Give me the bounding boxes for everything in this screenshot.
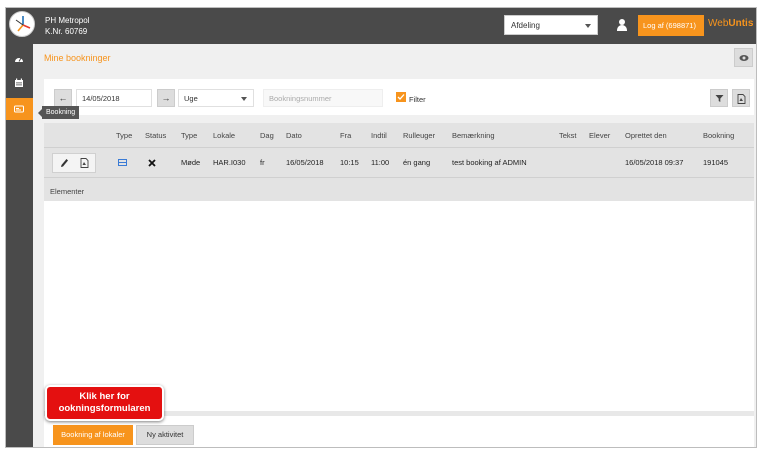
filter-bar: ← 14/05/2018 → Uge Filter (44, 79, 754, 115)
instruction-callout: Klik her for ookningsformularen (45, 385, 164, 421)
chevron-down-icon (585, 24, 591, 28)
filter-funnel-button[interactable] (710, 89, 728, 107)
column-header: Rulleuger (403, 131, 436, 140)
prev-week-button[interactable]: ← (54, 89, 72, 107)
edit-icon[interactable] (60, 158, 69, 168)
column-header: Dag (260, 131, 274, 140)
sidebar (6, 44, 33, 447)
dashboard-icon (15, 57, 23, 62)
app-window: PH Metropol K.Nr. 60769 Afdeling Log af … (5, 7, 757, 448)
cell-repeat: én gang (403, 158, 431, 167)
callout-line-2: ookningsformularen (58, 403, 151, 414)
room-type-icon (118, 159, 127, 166)
page-title: Mine bookninger (44, 53, 111, 63)
column-header: Bookning (703, 131, 735, 140)
table-row[interactable]: Møde HAR.I030 fr 16/05/2018 10:15 11:00 … (44, 147, 754, 177)
sidebar-item-booking[interactable] (6, 98, 33, 120)
school-number: K.Nr. 60769 (45, 27, 88, 36)
eye-icon (739, 55, 749, 61)
sidebar-item-calendar[interactable] (6, 72, 33, 94)
column-header: Bemærkning (452, 131, 495, 140)
bookings-table: Type Status Type Lokale Dag Dato Fra Ind… (44, 123, 754, 411)
column-header: Oprettet den (625, 131, 667, 140)
column-header: Elever (589, 131, 611, 140)
table-header: Type Status Type Lokale Dag Dato Fra Ind… (44, 123, 754, 147)
close-icon (148, 159, 156, 167)
period-select[interactable]: Uge (178, 89, 254, 107)
column-header: Fra (340, 131, 352, 140)
clock-logo-icon (9, 11, 35, 37)
booking-icon (14, 105, 24, 113)
cell-from: 10:15 (340, 158, 359, 167)
department-select[interactable]: Afdeling (504, 15, 598, 35)
sidebar-item-dashboard[interactable] (6, 48, 33, 70)
view-toggle-button[interactable] (734, 48, 753, 67)
calendar-icon (15, 78, 23, 87)
column-header: Tekst (559, 131, 577, 140)
user-icon[interactable] (617, 19, 627, 31)
brand-web: Web (708, 18, 729, 29)
callout-line-1: Klik her for (79, 391, 130, 402)
filter-label: Filter (409, 95, 426, 104)
cell-note: test booking af ADMIN (452, 158, 527, 167)
funnel-icon (715, 95, 724, 102)
cell-date: 16/05/2018 (286, 158, 324, 167)
export-pdf-button[interactable] (732, 89, 750, 107)
elements-label: Elementer (50, 187, 85, 196)
column-header: Dato (286, 131, 302, 140)
date-value: 14/05/2018 (82, 94, 120, 103)
new-activity-button[interactable]: Ny aktivitet (136, 425, 194, 445)
column-header: Type (116, 131, 133, 140)
book-room-button[interactable]: Bookning af lokaler (53, 425, 133, 445)
row-actions (52, 153, 96, 173)
webuntis-logo: WebUntis (708, 18, 753, 29)
column-header: Indtil (371, 131, 387, 140)
cell-booking: 191045 (703, 158, 729, 167)
arrow-left-icon: ← (58, 93, 68, 103)
column-header: Type (181, 131, 198, 140)
pdf-icon[interactable] (80, 158, 89, 168)
cell-until: 11:00 (371, 158, 390, 167)
column-header: Lokale (213, 131, 236, 140)
arrow-right-icon: → (161, 93, 171, 103)
top-bar: PH Metropol K.Nr. 60769 Afdeling Log af … (6, 8, 756, 44)
checkmark-icon (397, 94, 405, 100)
booking-number-input[interactable] (263, 89, 383, 107)
elements-row: Elementer (44, 177, 754, 201)
date-field[interactable]: 14/05/2018 (76, 89, 152, 107)
brand-untis: Untis (728, 18, 754, 29)
next-week-button[interactable]: → (157, 89, 175, 107)
cell-created: 16/05/2018 09:37 (625, 158, 684, 167)
school-info: PH Metropol K.Nr. 60769 (45, 15, 89, 37)
pdf-icon (737, 94, 746, 104)
period-value: Uge (184, 94, 198, 103)
cell-day: fr (260, 158, 265, 167)
logout-button[interactable]: Log af (698871) (638, 15, 704, 36)
school-name: PH Metropol (45, 16, 90, 25)
chevron-down-icon (241, 97, 247, 101)
column-header: Status (145, 131, 167, 140)
cell-room: HAR.I030 (213, 158, 246, 167)
sidebar-tooltip: Bookning (37, 106, 80, 119)
filter-checkbox[interactable] (396, 92, 406, 102)
cell-type: Møde (181, 158, 201, 167)
department-value: Afdeling (511, 21, 540, 30)
